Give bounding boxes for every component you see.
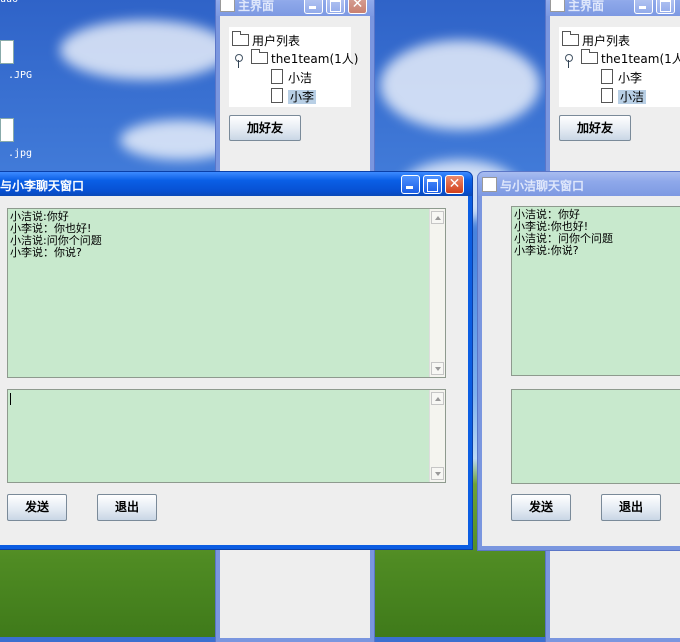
window-title: 与小李聊天窗口	[0, 179, 85, 193]
java-cup-icon	[482, 177, 497, 192]
message-input-area[interactable]	[7, 389, 446, 483]
minimize-icon	[402, 176, 419, 193]
close-icon: ✕	[351, 0, 364, 12]
window-title: 主界面	[568, 0, 605, 13]
maximize-button[interactable]	[326, 0, 345, 14]
tree-user-label: 小李	[618, 71, 643, 85]
close-button[interactable]: ✕	[445, 175, 464, 194]
image-file-icon	[0, 118, 14, 142]
chat-window-1: 与小李聊天窗口 ✕ 小洁说:你好 小李说：你也好! 小洁说:问你个问题 小李说：…	[0, 172, 472, 549]
maximize-icon	[657, 0, 674, 13]
close-button[interactable]: ✕	[348, 0, 367, 14]
title-bar[interactable]: 主界面	[546, 0, 680, 16]
tree-group-label: the1team(1人)	[271, 52, 359, 66]
title-bar[interactable]: 主界面 ✕	[216, 0, 374, 16]
chat-history-area[interactable]: 小洁说：你好 小李说:你也好! 小洁说：问你个问题 小李说:你说?	[511, 206, 680, 376]
user-tree[interactable]: 用户列表 the1team(1人) 小洁 小李	[229, 27, 358, 107]
tree-group[interactable]: the1team(1人)	[581, 49, 680, 67]
minimize-icon	[635, 0, 652, 13]
document-icon	[601, 69, 613, 84]
window-content: 小洁说：你好 小李说:你也好! 小洁说：问你个问题 小李说:你说? 发送 退出	[482, 196, 680, 546]
chat-history-text: 小洁说:你好 小李说：你也好! 小洁说:问你个问题 小李说：你说?	[10, 211, 102, 259]
tree-user-label-selected: 小洁	[618, 90, 647, 104]
title-bar[interactable]: 与小李聊天窗口 ✕	[0, 172, 472, 196]
chat-history-text: 小洁说：你好 小李说:你也好! 小洁说：问你个问题 小李说:你说?	[514, 209, 613, 257]
user-tree[interactable]: 用户列表 the1team(1人) 小李 小洁	[559, 27, 680, 107]
document-icon	[271, 69, 283, 84]
maximize-button[interactable]	[656, 0, 675, 14]
tree-user-item[interactable]: 小洁	[271, 69, 312, 86]
window-title: 与小洁聊天窗口	[500, 179, 585, 193]
vertical-scrollbar[interactable]	[429, 390, 445, 482]
title-bar[interactable]: 与小洁聊天窗口	[478, 172, 680, 196]
maximize-button[interactable]	[423, 175, 442, 194]
chat-message: 小李说：你说?	[10, 246, 82, 259]
tree-root[interactable]: 用户列表	[232, 31, 301, 49]
tree-user-label: 小洁	[288, 71, 313, 85]
window-content: 小洁说:你好 小李说：你也好! 小洁说:问你个问题 小李说：你说? 发送 退出	[0, 196, 468, 545]
text-caret	[10, 393, 11, 405]
tree-user-item[interactable]: 小李	[601, 69, 642, 86]
image-file-icon	[0, 40, 14, 64]
minimize-icon	[305, 0, 322, 13]
send-button[interactable]: 发送	[511, 494, 571, 521]
tree-line	[238, 60, 239, 68]
chat-message: 小李说:你说?	[514, 244, 579, 257]
desktop-icon-fragment: uu6	[0, 0, 18, 5]
add-friend-button[interactable]: 加好友	[559, 115, 631, 141]
window-title: 主界面	[238, 0, 275, 13]
document-icon	[601, 88, 613, 103]
exit-button[interactable]: 退出	[601, 494, 661, 521]
tree-user-label-selected: 小李	[288, 90, 317, 104]
tree-root[interactable]: 用户列表	[562, 31, 631, 49]
chat-history-area[interactable]: 小洁说:你好 小李说：你也好! 小洁说:问你个问题 小李说：你说?	[7, 208, 446, 378]
scroll-up-arrow-icon[interactable]	[431, 211, 444, 224]
tree-line	[568, 60, 569, 68]
tree-expand-handle-icon[interactable]	[565, 54, 573, 62]
vertical-scrollbar[interactable]	[429, 209, 445, 377]
maximize-icon	[424, 176, 441, 193]
folder-icon	[581, 49, 598, 64]
message-input-area[interactable]	[511, 389, 680, 484]
tree-user-item[interactable]: 小洁	[601, 88, 647, 105]
tree-expand-handle-icon[interactable]	[235, 54, 243, 62]
java-cup-icon	[220, 0, 235, 12]
add-friend-button[interactable]: 加好友	[229, 115, 301, 141]
tree-group-label: the1team(1人)	[601, 52, 680, 66]
minimize-button[interactable]	[401, 175, 420, 194]
desktop-icon-caption: .jpg	[8, 148, 33, 159]
tree-group[interactable]: the1team(1人)	[251, 49, 359, 67]
folder-icon	[232, 31, 249, 46]
tree-root-label: 用户列表	[252, 34, 301, 48]
minimize-button[interactable]	[634, 0, 653, 14]
folder-icon	[251, 49, 268, 64]
desktop-icon-caption: .JPG	[8, 70, 33, 81]
maximize-icon	[327, 0, 344, 13]
send-button[interactable]: 发送	[7, 494, 67, 521]
document-icon	[271, 88, 283, 103]
java-cup-icon	[550, 0, 565, 12]
minimize-button[interactable]	[304, 0, 323, 14]
exit-button[interactable]: 退出	[97, 494, 157, 521]
chat-window-2: 与小洁聊天窗口 小洁说：你好 小李说:你也好! 小洁说：问你个问题 小李说:你说…	[478, 172, 680, 550]
folder-icon	[562, 31, 579, 46]
scroll-down-arrow-icon[interactable]	[431, 362, 444, 375]
tree-user-item[interactable]: 小李	[271, 88, 317, 105]
close-icon: ✕	[448, 176, 461, 192]
scroll-up-arrow-icon[interactable]	[431, 392, 444, 405]
tree-root-label: 用户列表	[582, 34, 631, 48]
scroll-down-arrow-icon[interactable]	[431, 467, 444, 480]
